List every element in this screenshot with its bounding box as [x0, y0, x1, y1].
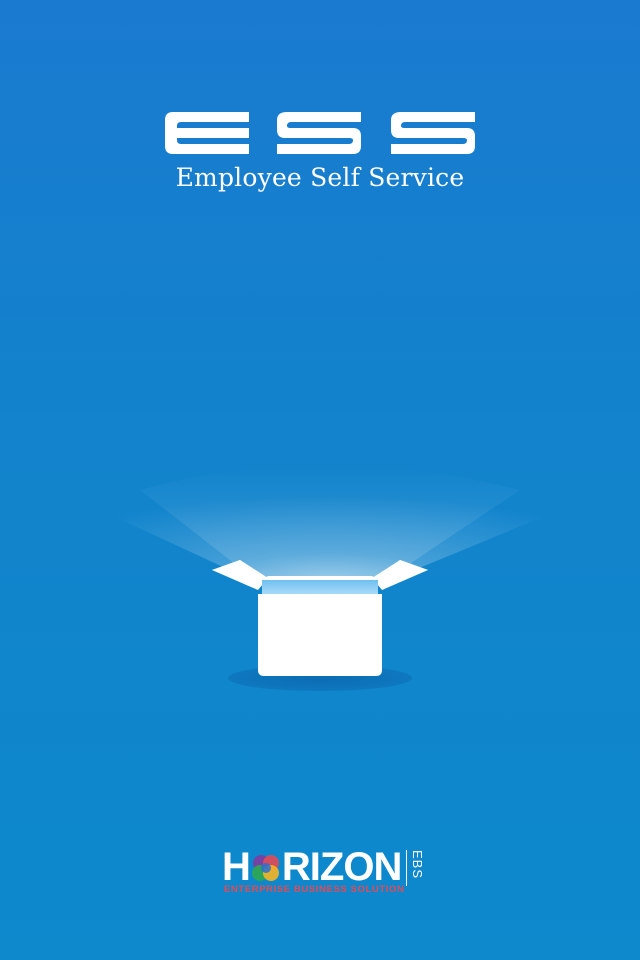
- open-box-light-icon: [100, 465, 560, 691]
- brand-suffix: RIZON: [281, 845, 402, 889]
- brand-prefix: H: [222, 845, 251, 889]
- ess-logo: [165, 112, 475, 154]
- app-subtitle: Employee Self Service: [175, 163, 465, 192]
- brand-tagline: ENTERPRISE BUSINESS SOLUTION: [224, 884, 405, 895]
- brand-wordmark: H RIZON: [222, 845, 402, 889]
- horizon-ebs-logo: H RIZON EBS ENTERPRISE BUSINESS SOLUTION: [222, 846, 428, 898]
- brand-side-label: EBS: [406, 850, 425, 886]
- splash-screen: Employee Self Service H RIZON EBS ENTERP…: [0, 0, 640, 960]
- brand-orb-icon: [251, 855, 279, 881]
